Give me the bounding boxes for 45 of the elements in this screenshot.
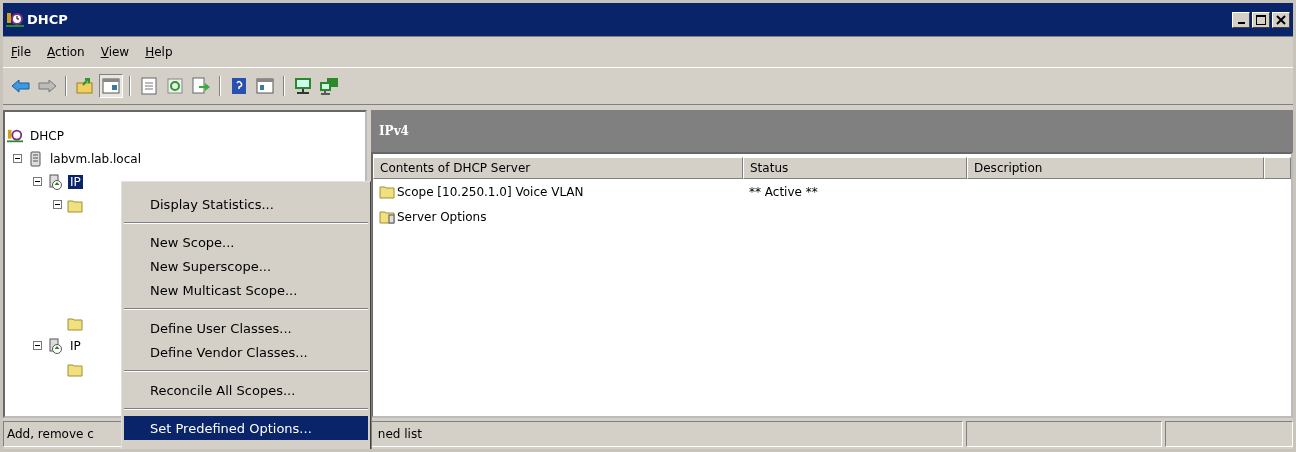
tree-tool-button[interactable] xyxy=(99,74,123,98)
list-item[interactable]: Server Options xyxy=(397,209,487,224)
status-text: Add, remove c xyxy=(7,427,94,441)
menu-item[interactable]: Define User Classes... xyxy=(124,316,368,340)
menu-item[interactable]: Display Statistics... xyxy=(124,192,368,216)
expander-icon[interactable] xyxy=(33,341,42,350)
menu-item[interactable]: Action xyxy=(47,45,85,59)
close-button[interactable] xyxy=(1272,11,1290,28)
column-header[interactable] xyxy=(1264,157,1291,179)
expander-icon[interactable] xyxy=(33,177,42,186)
list-item[interactable]: Scope [10.250.1.0] Voice VLAN xyxy=(397,184,584,199)
window-title: DHCP xyxy=(27,12,68,27)
column-header[interactable]: Description xyxy=(967,157,1264,179)
minimize-icon xyxy=(1237,22,1245,24)
server-icon xyxy=(47,173,63,190)
menu-item[interactable]: New Multicast Scope... xyxy=(124,278,368,302)
maximize-icon xyxy=(1256,14,1266,25)
close-icon xyxy=(1276,14,1286,25)
folder-icon xyxy=(379,184,395,199)
menu-item[interactable]: Help xyxy=(145,45,173,59)
menu-item[interactable]: New Scope... xyxy=(124,230,368,254)
tree-item[interactable]: labvm.lab.local xyxy=(48,151,143,166)
menu-item[interactable]: New Superscope... xyxy=(124,254,368,278)
menu-item[interactable]: View xyxy=(100,45,130,59)
minimize-button[interactable] xyxy=(1232,11,1250,28)
column-header[interactable]: Contents of DHCP Server xyxy=(373,157,743,179)
server-icon xyxy=(47,337,63,354)
tree-item[interactable]: IP xyxy=(68,338,83,353)
server-icon xyxy=(27,150,43,167)
menu-item[interactable]: File xyxy=(11,45,32,59)
pane-header: IPv4 xyxy=(371,110,1293,152)
menu-item[interactable]: Reconcile All Scopes... xyxy=(124,378,368,402)
maximize-button[interactable] xyxy=(1252,11,1270,28)
folder-icon xyxy=(379,209,395,224)
dhcp-icon xyxy=(6,11,24,28)
expander-icon[interactable] xyxy=(13,154,22,163)
tree-item[interactable]: IP xyxy=(68,174,83,189)
status-text: ** Active ** xyxy=(749,184,818,199)
column-header[interactable]: Status xyxy=(743,157,967,179)
menu-item[interactable]: Define Vendor Classes... xyxy=(124,340,368,364)
menu-item[interactable]: Set Predefined Options... xyxy=(124,416,368,440)
dhcp-icon xyxy=(7,127,23,144)
status-text: ned list xyxy=(377,427,422,441)
tree-item[interactable]: DHCP xyxy=(28,128,66,143)
expander-icon[interactable] xyxy=(53,200,62,209)
